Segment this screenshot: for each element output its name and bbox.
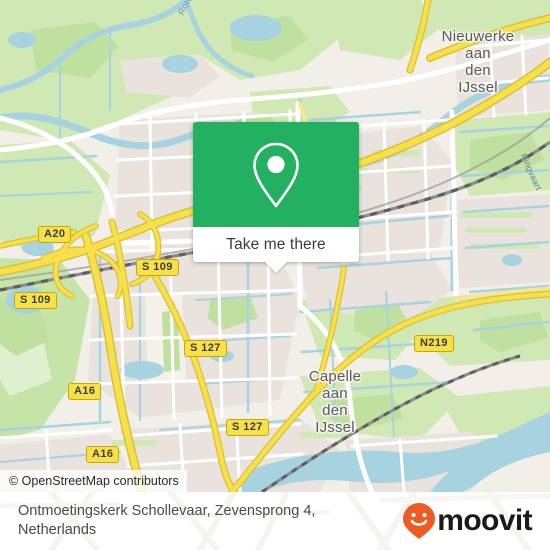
map-pin-icon [253, 142, 299, 207]
road-shield-a16-lower: A16 [86, 446, 120, 463]
map-canvas[interactable]: Nieuwerke aan den IJssel Capelle aan den… [0, 0, 550, 492]
marker-card-header [193, 122, 359, 227]
footer-bar: Ontmoetingskerk Schollevaar, Zevensprong… [0, 492, 550, 550]
map-screenshot: Nieuwerke aan den IJssel Capelle aan den… [0, 0, 550, 550]
road-shield-s127-lower: S 127 [226, 419, 269, 436]
osm-attribution[interactable]: © OpenStreetMap contributors [0, 470, 187, 492]
road-shield-a16-upper: A16 [68, 383, 102, 400]
road-shield-n219: N219 [414, 335, 454, 352]
location-marker-card[interactable]: Take me there [193, 122, 359, 273]
osm-attribution-text: © OpenStreetMap contributors [9, 474, 179, 488]
take-me-there-button[interactable]: Take me there [193, 227, 359, 262]
moovit-smiley-pin-icon [403, 503, 436, 539]
take-me-there-label: Take me there [226, 235, 326, 253]
road-shield-a20: A20 [38, 226, 72, 243]
marker-card-pointer [264, 261, 288, 273]
road-shield-s109-upper: S 109 [136, 259, 179, 276]
road-shield-s127-upper: S 127 [184, 340, 227, 357]
road-shield-s109-left: S 109 [14, 292, 57, 309]
moovit-logo[interactable]: moovit [402, 502, 533, 540]
address-label: Ontmoetingskerk Schollevaar, Zevensprong… [18, 503, 316, 538]
moovit-wordmark: moovit [437, 504, 532, 537]
